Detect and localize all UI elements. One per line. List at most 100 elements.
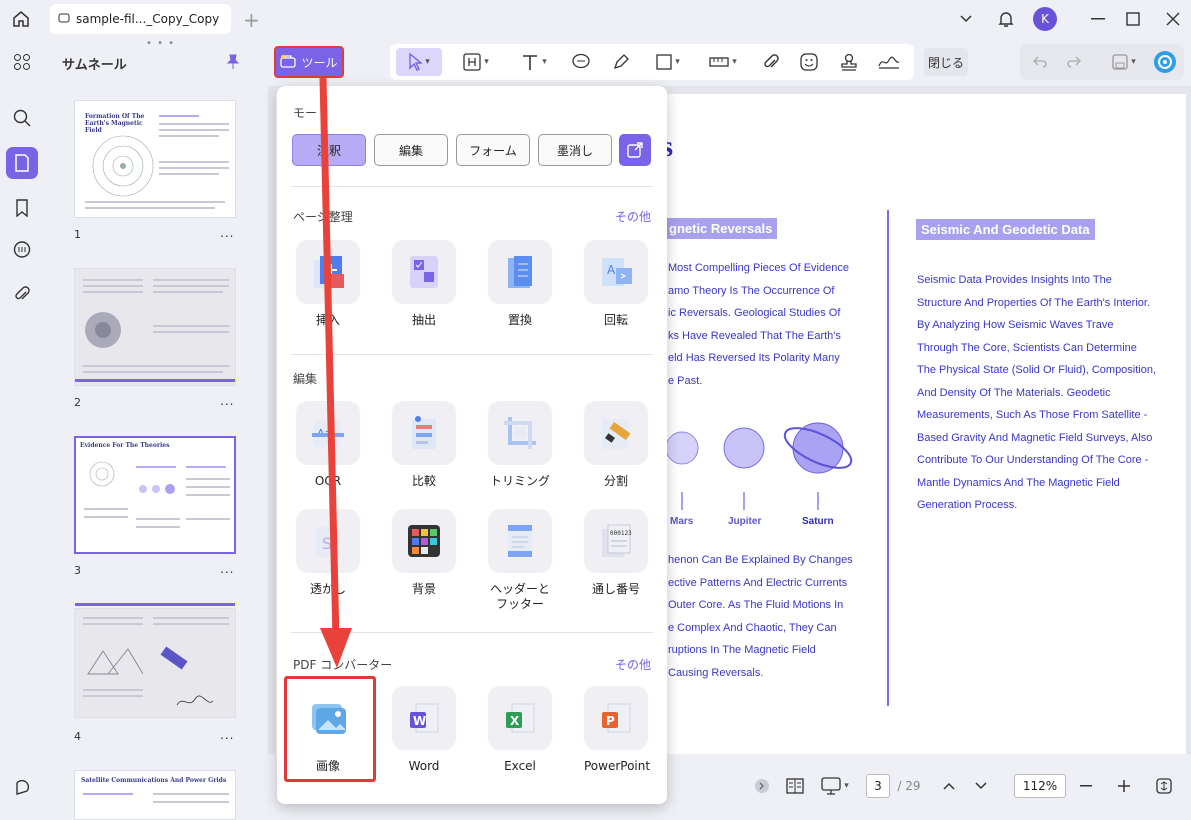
close-tools-button[interactable]: 閉じる: [924, 48, 968, 76]
home-icon[interactable]: [8, 6, 34, 32]
page-thumbnail-3[interactable]: Evidence For The Theories: [74, 436, 236, 554]
avatar[interactable]: K: [1033, 7, 1057, 31]
thumb-more-button[interactable]: ...: [220, 226, 234, 240]
pen-icon[interactable]: [608, 48, 634, 76]
page-thumbnail-4[interactable]: [74, 608, 236, 718]
grid-icon[interactable]: [6, 46, 38, 78]
redo-icon[interactable]: [1062, 48, 1086, 76]
watermark-icon: S: [296, 509, 360, 573]
mode-redact-button[interactable]: 墨消し: [538, 134, 612, 166]
rotate-tool[interactable]: A 回転: [584, 240, 648, 328]
background-tool[interactable]: 背景: [392, 509, 456, 597]
mode-form-button[interactable]: フォーム: [456, 134, 530, 166]
thumb-more-button[interactable]: ...: [220, 394, 234, 408]
page-thumbnail-2[interactable]: [74, 268, 236, 386]
bookmark-icon[interactable]: [6, 192, 38, 224]
stamp-icon[interactable]: [836, 48, 862, 76]
thumb-more-button[interactable]: ...: [220, 562, 234, 576]
collapse-icon[interactable]: [752, 768, 772, 804]
tools-button[interactable]: ツール: [274, 46, 344, 78]
pin-icon[interactable]: [226, 54, 240, 74]
extract-page-icon: [392, 240, 456, 304]
text-tool[interactable]: ▾: [512, 48, 556, 76]
page-layout-icon[interactable]: [782, 768, 808, 804]
page-thumbnail-1[interactable]: Formation Of The Earth's Magnetic Field: [74, 100, 236, 218]
zoom-level[interactable]: 112%: [1014, 774, 1066, 798]
header-footer-tool[interactable]: ヘッダーとフッター: [488, 509, 552, 612]
panel-grip[interactable]: • • •: [146, 38, 175, 49]
mode-edit-button[interactable]: 編集: [374, 134, 448, 166]
convert-word-tool[interactable]: W Word: [392, 686, 456, 774]
toolbox-icon: [280, 54, 297, 71]
shape-tool[interactable]: ▾: [648, 48, 688, 76]
section-heading-seismic: Seismic And Geodetic Data: [916, 219, 1095, 240]
page-number-1: 1: [74, 228, 81, 241]
search-icon[interactable]: [6, 102, 38, 134]
svg-text:P: P: [606, 714, 615, 728]
thumb-heading: Evidence For The Theories: [80, 442, 170, 449]
measure-tool[interactable]: ▾: [700, 48, 746, 76]
bates-number-tool[interactable]: 000123 通し番号: [584, 509, 648, 597]
undo-icon[interactable]: [1028, 48, 1052, 76]
select-tool[interactable]: ▾: [396, 48, 442, 76]
watermark-tool[interactable]: S 透かし: [296, 509, 360, 597]
ai-assistant-icon[interactable]: [1152, 48, 1178, 76]
bell-icon[interactable]: [994, 7, 1018, 31]
converter-more-link[interactable]: その他: [615, 656, 651, 673]
replace-tool[interactable]: 置換: [488, 240, 552, 328]
total-pages: / 29: [897, 779, 921, 793]
svg-text:X: X: [510, 714, 520, 728]
left-rail: [0, 38, 44, 810]
comment-icon: [58, 13, 70, 25]
planet-label-jupiter: Jupiter: [728, 516, 762, 527]
replace-page-icon: [488, 240, 552, 304]
compare-tool[interactable]: 比較: [392, 401, 456, 489]
insert-tool[interactable]: 挿入: [296, 240, 360, 328]
open-external-icon[interactable]: [619, 134, 651, 166]
fit-page-icon[interactable]: [1152, 768, 1176, 804]
convert-powerpoint-tool[interactable]: P PowerPoint: [584, 686, 650, 774]
zoom-out-icon[interactable]: [1074, 768, 1098, 804]
next-page-icon[interactable]: [968, 768, 994, 804]
section-heading-reversals: gnetic Reversals: [664, 218, 778, 239]
page-number-4: 4: [74, 730, 81, 743]
save-icon[interactable]: ▾: [1104, 48, 1144, 76]
comment-bubble-icon[interactable]: [6, 234, 38, 266]
split-label: 分割: [603, 474, 628, 488]
new-tab-plus-icon[interactable]: +: [243, 8, 260, 32]
page-thumbnail-icon[interactable]: [6, 147, 38, 179]
chevron-down-icon[interactable]: [954, 7, 978, 31]
header-footer-label: ヘッダーとフッター: [489, 582, 550, 611]
minimize-icon[interactable]: [1086, 7, 1110, 31]
extract-tool[interactable]: 抽出: [392, 240, 456, 328]
heading-tool[interactable]: ▾: [456, 48, 496, 76]
thumb-more-button[interactable]: ...: [220, 728, 234, 742]
mode-annotate-button[interactable]: 注釈: [292, 134, 366, 166]
signature-icon[interactable]: [874, 48, 904, 76]
maximize-icon[interactable]: [1121, 7, 1145, 31]
zoom-in-icon[interactable]: [1112, 768, 1136, 804]
attachment-tool-icon[interactable]: [758, 48, 784, 76]
presentation-icon[interactable]: ▾: [820, 768, 850, 804]
theme-icon[interactable]: [6, 772, 38, 804]
close-window-icon[interactable]: [1161, 7, 1185, 31]
page-number-input[interactable]: 3: [866, 774, 890, 798]
mode-label: モード: [293, 106, 330, 120]
attachment-icon[interactable]: [6, 278, 38, 310]
split-tool[interactable]: 分割: [584, 401, 648, 489]
comment-tool[interactable]: [568, 48, 594, 76]
word-icon: W: [392, 686, 456, 750]
page-thumbnail-5[interactable]: Satellite Communications And Power Grids: [74, 770, 236, 820]
document-tab[interactable]: sample-fil..._Copy_Copy: [50, 4, 231, 34]
convert-excel-tool[interactable]: X Excel: [488, 686, 552, 774]
sticker-icon[interactable]: [796, 48, 822, 76]
page-number-3: 3: [74, 564, 81, 577]
crop-icon: [488, 401, 552, 465]
crop-tool[interactable]: トリミング: [488, 401, 552, 489]
ocr-tool[interactable]: Aa OCR: [296, 401, 360, 489]
previous-page-icon[interactable]: [936, 768, 962, 804]
replace-label: 置換: [507, 313, 532, 327]
page-organize-more-link[interactable]: その他: [615, 208, 651, 225]
compare-icon: [392, 401, 456, 465]
thumb-heading: Satellite Communications And Power Grids: [81, 777, 227, 784]
